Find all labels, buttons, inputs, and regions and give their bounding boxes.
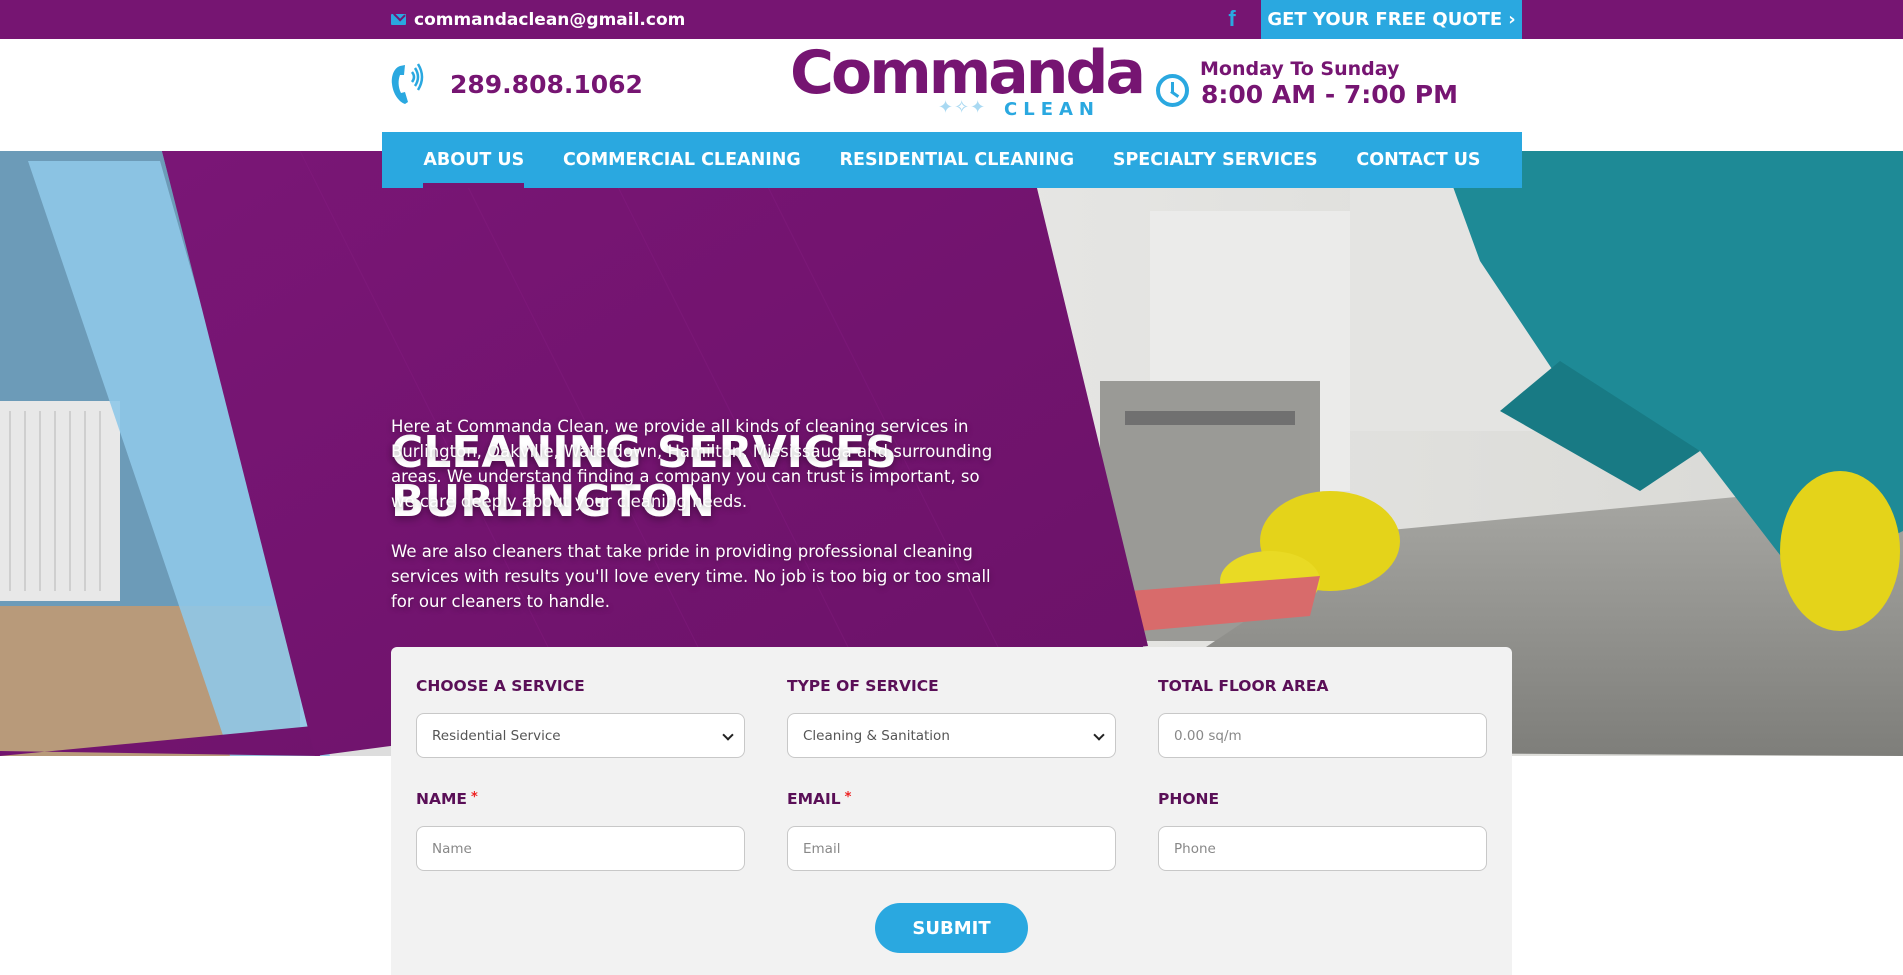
top-bar: commandaclean@gmail.com f GET YOUR FREE … bbox=[0, 0, 1903, 39]
phone-label: PHONE bbox=[1158, 790, 1220, 808]
name-group: NAME * Name bbox=[416, 790, 745, 871]
name-placeholder: Name bbox=[432, 840, 472, 857]
nav-item-about-us[interactable]: ABOUT US bbox=[423, 132, 524, 188]
hero-paragraph-2: We are also cleaners that take pride in … bbox=[391, 542, 991, 611]
chevron-right-icon: › bbox=[1508, 9, 1516, 30]
choose-service-value: Residential Service bbox=[432, 727, 561, 744]
nav-item-contact-us[interactable]: CONTACT US bbox=[1356, 132, 1480, 188]
nav-item-residential-cleaning[interactable]: RESIDENTIAL CLEANING bbox=[840, 132, 1075, 188]
phone-icon bbox=[391, 63, 424, 104]
business-days: Monday To Sunday bbox=[1200, 58, 1400, 80]
email-input[interactable]: Email bbox=[787, 826, 1116, 871]
nav-item-commercial-cleaning[interactable]: COMMERCIAL CLEANING bbox=[563, 132, 801, 188]
business-hours: 8:00 AM - 7:00 PM bbox=[1201, 80, 1458, 109]
choose-service-select[interactable]: Residential Service bbox=[416, 713, 745, 758]
email-label-text: EMAIL bbox=[787, 790, 841, 808]
free-quote-button[interactable]: GET YOUR FREE QUOTE › bbox=[1261, 0, 1522, 39]
type-service-label: TYPE OF SERVICE bbox=[787, 677, 939, 695]
logo[interactable]: Commanda ✦✧✦ CLEAN bbox=[790, 38, 1146, 122]
logo-sub: CLEAN bbox=[1004, 99, 1100, 120]
floor-area-placeholder: 0.00 sq/m bbox=[1174, 727, 1242, 744]
sparkle-icon: ✦✧✦ bbox=[938, 97, 987, 118]
email-link[interactable]: commandaclean@gmail.com bbox=[391, 0, 685, 39]
floor-area-group: TOTAL FLOOR AREA 0.00 sq/m bbox=[1158, 677, 1487, 758]
choose-service-label: CHOOSE A SERVICE bbox=[416, 677, 585, 695]
type-service-value: Cleaning & Sanitation bbox=[803, 727, 950, 744]
floor-area-input[interactable]: 0.00 sq/m bbox=[1158, 713, 1487, 758]
nav-item-specialty-services[interactable]: SPECIALTY SERVICES bbox=[1113, 132, 1318, 188]
hero-paragraph-1: Here at Commanda Clean, we provide all k… bbox=[391, 417, 993, 511]
type-service-group: TYPE OF SERVICE Cleaning & Sanitation bbox=[787, 677, 1116, 758]
required-mark: * bbox=[470, 790, 478, 805]
submit-button[interactable]: SUBMIT bbox=[875, 903, 1028, 953]
quote-form: CHOOSE A SERVICE Residential Service TYP… bbox=[391, 647, 1512, 975]
email-text: commandaclean@gmail.com bbox=[414, 9, 686, 30]
name-label-text: NAME bbox=[416, 790, 467, 808]
type-service-select[interactable]: Cleaning & Sanitation bbox=[787, 713, 1116, 758]
required-mark: * bbox=[844, 790, 852, 805]
phone-group: PHONE Phone bbox=[1158, 790, 1487, 871]
clock-icon bbox=[1156, 74, 1189, 107]
phone-input[interactable]: Phone bbox=[1158, 826, 1487, 871]
main-nav: ABOUT US COMMERCIAL CLEANING RESIDENTIAL… bbox=[382, 132, 1522, 188]
phone-placeholder: Phone bbox=[1174, 840, 1216, 857]
email-label: EMAIL * bbox=[787, 790, 1116, 812]
choose-service-group: CHOOSE A SERVICE Residential Service bbox=[416, 677, 745, 758]
facebook-icon[interactable]: f bbox=[1224, 6, 1240, 32]
name-label: NAME * bbox=[416, 790, 745, 812]
free-quote-label: GET YOUR FREE QUOTE bbox=[1267, 9, 1503, 30]
email-group: EMAIL * Email bbox=[787, 790, 1116, 871]
email-placeholder: Email bbox=[803, 840, 841, 857]
header-phone-number[interactable]: 289.808.1062 bbox=[450, 70, 643, 99]
name-input[interactable]: Name bbox=[416, 826, 745, 871]
floor-area-label: TOTAL FLOOR AREA bbox=[1158, 677, 1329, 695]
envelope-icon bbox=[391, 14, 406, 25]
